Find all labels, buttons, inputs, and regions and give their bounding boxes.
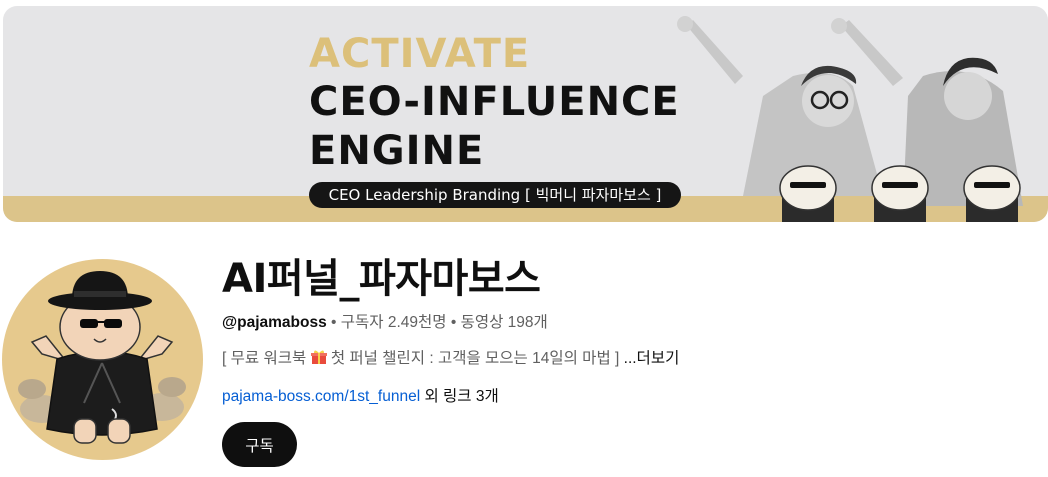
meta-separator: • — [326, 314, 341, 331]
channel-name: AI퍼널_파자마보스 — [222, 256, 541, 302]
channel-handle: @pajamaboss — [222, 314, 327, 331]
banner-headline-line1: CEO-INFLUENCE — [309, 79, 680, 125]
channel-avatar[interactable] — [2, 259, 203, 460]
banner-activate-text: ACTIVATE — [309, 31, 531, 77]
channel-description[interactable]: [ 무료 워크북 첫 퍼널 챌린지 : 고객을 모으는 14일의 마법 ] ..… — [222, 346, 679, 370]
description-suffix: 첫 퍼널 챌린지 : 고객을 모으는 14일의 마법 ] — [326, 350, 624, 367]
gift-icon — [310, 349, 327, 370]
channel-links: pajama-boss.com/1st_funnel 외 링크 3개 — [222, 384, 499, 406]
video-count: 동영상 198개 — [460, 314, 548, 331]
more-button[interactable]: ...더보기 — [624, 350, 680, 367]
banner-people-illustration — [677, 16, 1023, 222]
meta-separator: • — [446, 314, 461, 331]
subscriber-count: 구독자 2.49천명 — [340, 314, 447, 331]
banner-text: ACTIVATE CEO-INFLUENCE ENGINE — [309, 30, 680, 176]
bear-mascots — [779, 165, 1021, 222]
bear-boss-avatar-illustration — [18, 271, 186, 444]
more-links-button[interactable]: 외 링크 3개 — [420, 388, 498, 405]
subscribe-button[interactable]: 구독 — [222, 422, 297, 467]
channel-link[interactable]: pajama-boss.com/1st_funnel — [222, 388, 420, 405]
banner-tagline-pill: CEO Leadership Branding [ 빅머니 파자마보스 ] — [309, 182, 681, 208]
channel-meta: @pajamaboss • 구독자 2.49천명 • 동영상 198개 — [222, 310, 548, 332]
description-prefix: [ 무료 워크북 — [222, 350, 307, 367]
banner-headline-line2: ENGINE — [309, 128, 485, 174]
channel-banner: ACTIVATE CEO-INFLUENCE ENGINE CEO Leader… — [3, 6, 1048, 222]
